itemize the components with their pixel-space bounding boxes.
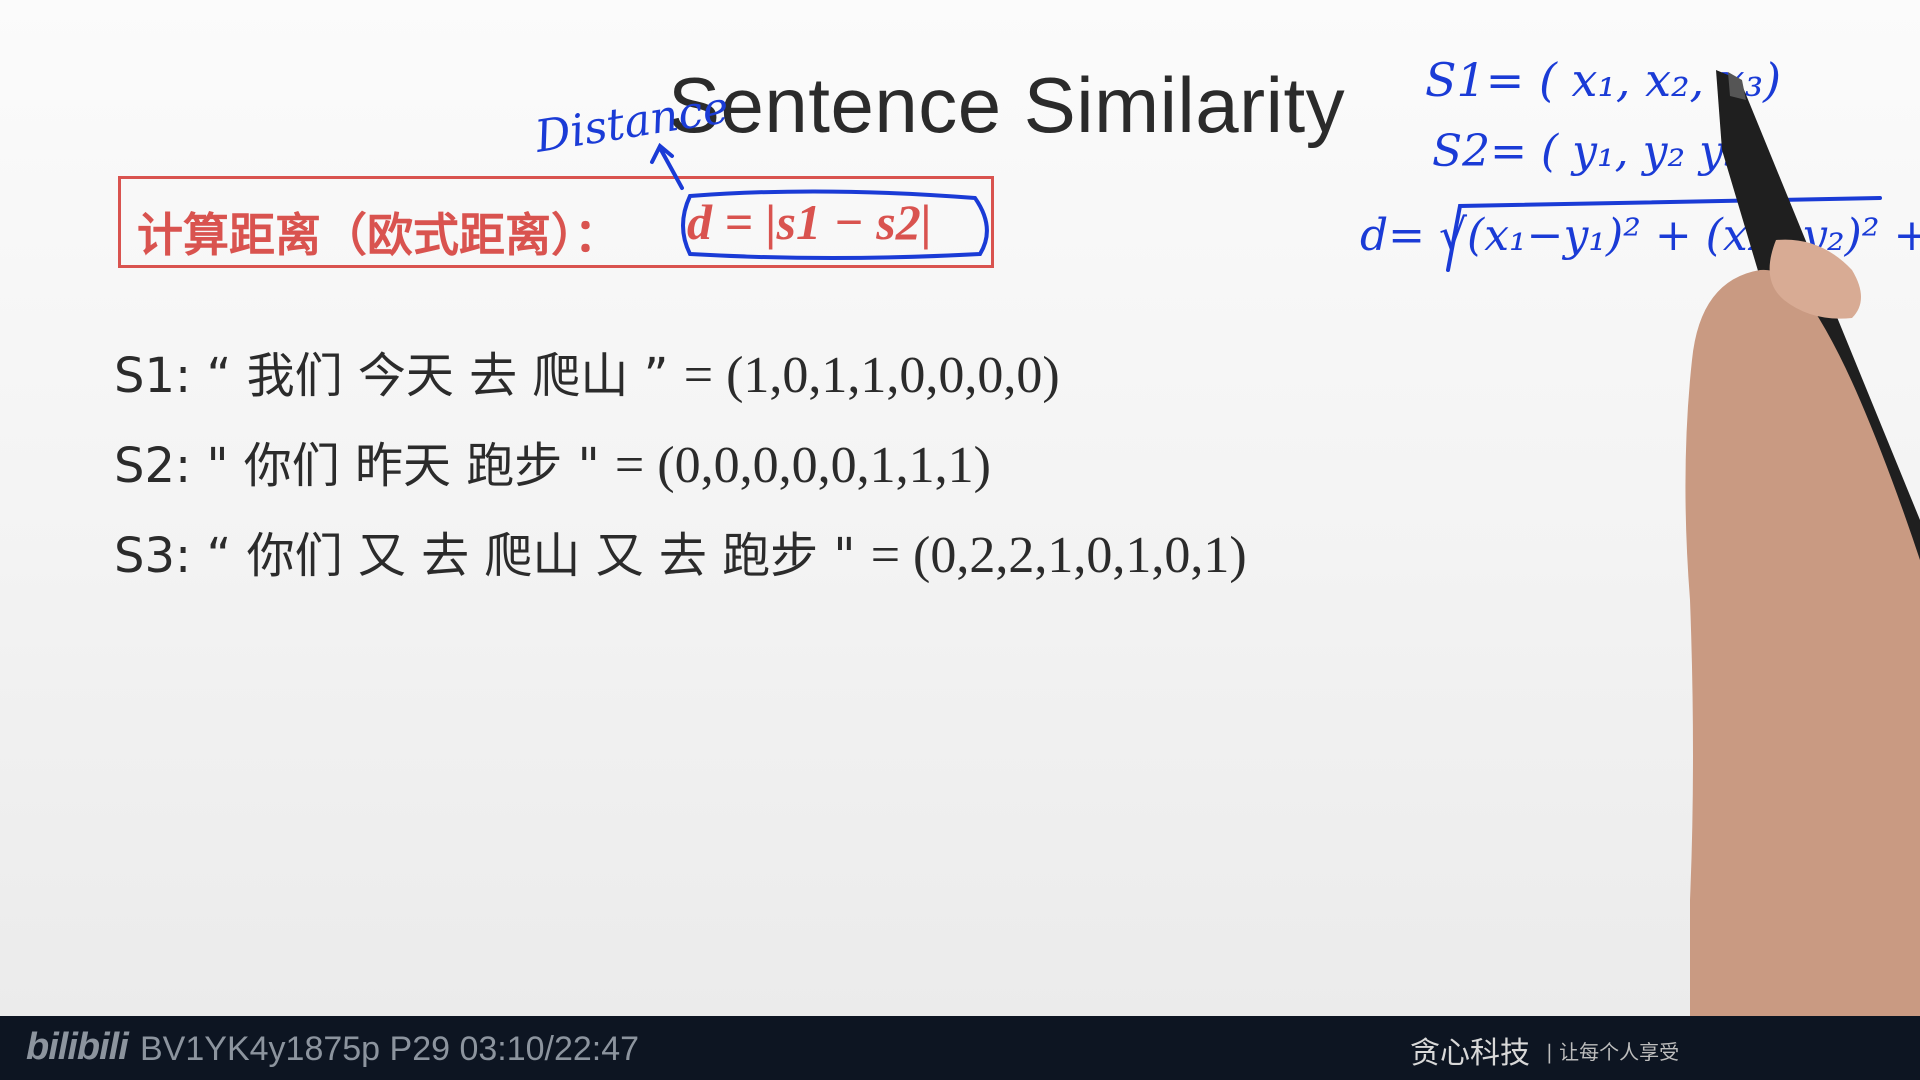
brand-slogan: | 让每个人享受 [1546, 1040, 1680, 1064]
brand-name: 贪心科技 [1410, 1036, 1530, 1071]
hand-with-pen [1685, 70, 1920, 1016]
pen-tip [1728, 72, 1746, 100]
bilibili-logo: bilibili [26, 1026, 129, 1068]
video-info: BV1YK4y1875p P29 03:10/22:47 [140, 1030, 640, 1068]
video-bottom-bar: bilibili BV1YK4y1875p P29 03:10/22:47 贪心… [0, 1016, 1920, 1080]
hand-skin [1685, 269, 1920, 1016]
